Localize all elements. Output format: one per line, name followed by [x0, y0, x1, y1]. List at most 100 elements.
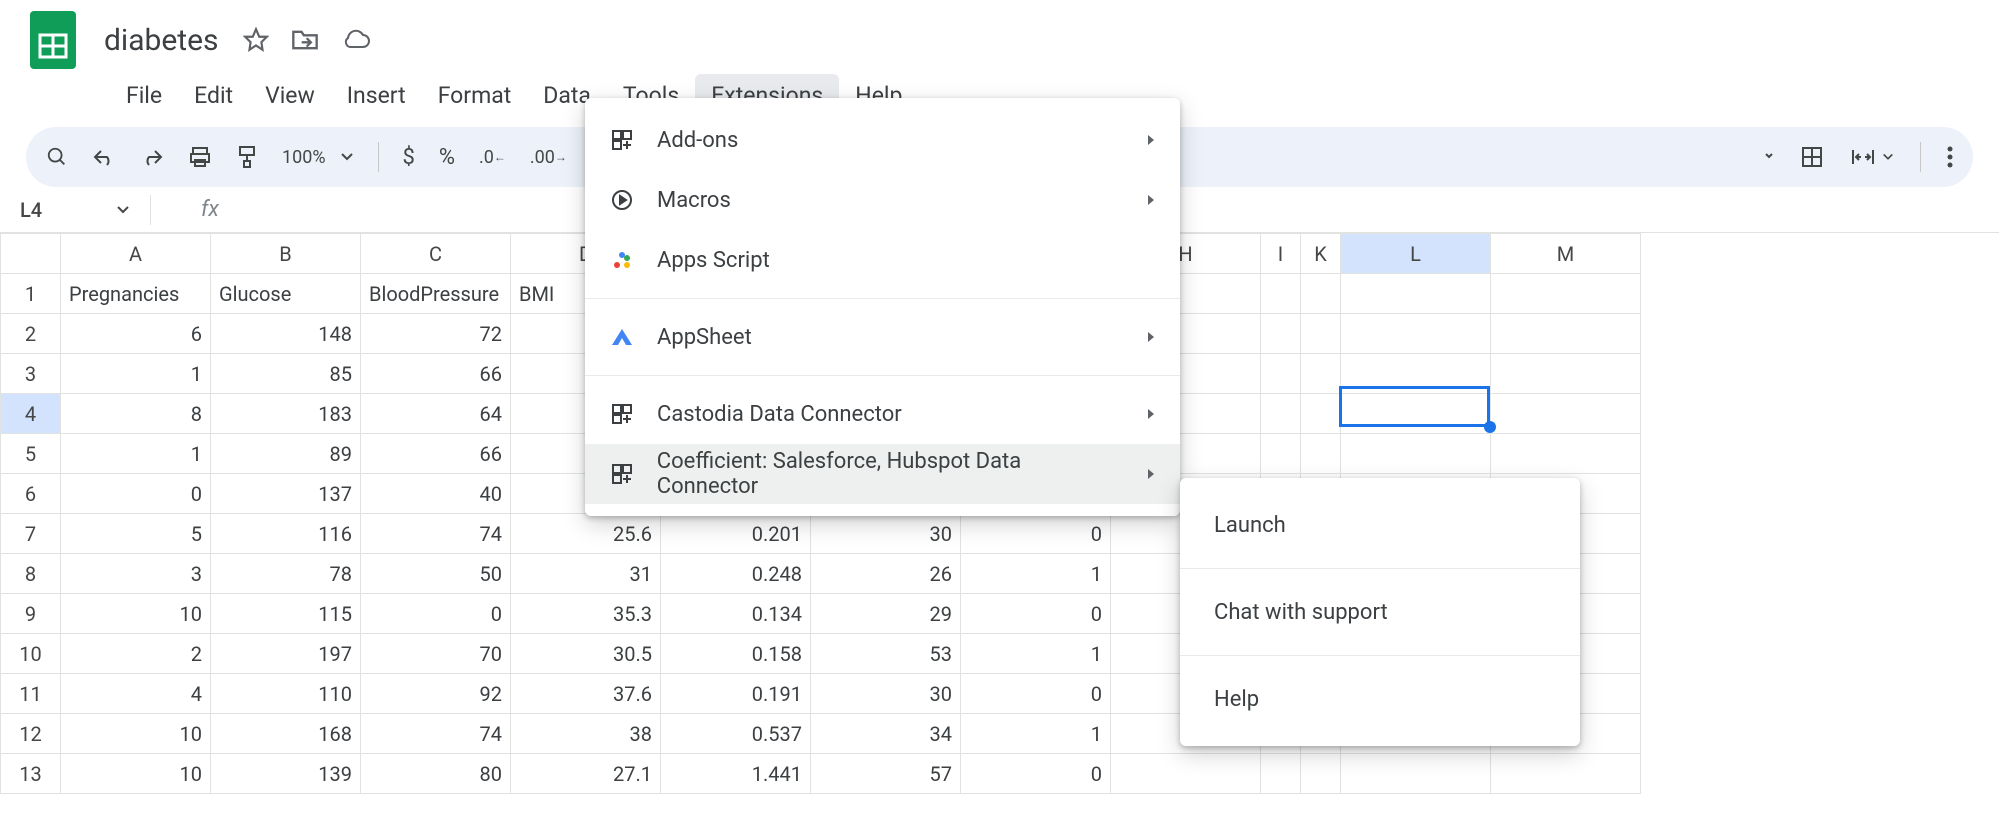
cell[interactable]: 30	[811, 674, 961, 714]
row-header[interactable]: 10	[1, 634, 61, 674]
row-header[interactable]: 6	[1, 474, 61, 514]
row-header[interactable]: 11	[1, 674, 61, 714]
borders-icon[interactable]	[1800, 145, 1824, 169]
menu-insert[interactable]: Insert	[331, 74, 422, 117]
menu-coefficient[interactable]: Coefficient: Salesforce, Hubspot Data Co…	[585, 444, 1180, 504]
cell[interactable]: 30.5	[511, 634, 661, 674]
column-header[interactable]: C	[361, 234, 511, 274]
cell[interactable]: 137	[211, 474, 361, 514]
cell[interactable]: 168	[211, 714, 361, 754]
cell[interactable]: 110	[211, 674, 361, 714]
submenu-help[interactable]: Help	[1180, 664, 1580, 734]
document-title[interactable]: diabetes	[94, 17, 229, 64]
row-header[interactable]: 3	[1, 354, 61, 394]
cell[interactable]	[1301, 394, 1341, 434]
cell[interactable]: 4	[61, 674, 211, 714]
cell[interactable]: 35.3	[511, 594, 661, 634]
row-header[interactable]: 5	[1, 434, 61, 474]
cell[interactable]: 0	[961, 674, 1111, 714]
cell[interactable]	[1261, 394, 1301, 434]
cell[interactable]: 89	[211, 434, 361, 474]
cell[interactable]: 10	[61, 754, 211, 794]
cell[interactable]: 72	[361, 314, 511, 354]
submenu-chat[interactable]: Chat with support	[1180, 577, 1580, 647]
cell[interactable]: 139	[211, 754, 361, 794]
menu-appsheet[interactable]: AppSheet	[585, 307, 1180, 367]
cell[interactable]: 1	[961, 714, 1111, 754]
menu-castodia[interactable]: Castodia Data Connector	[585, 384, 1180, 444]
cell[interactable]: 3	[61, 554, 211, 594]
cell[interactable]: 26	[811, 554, 961, 594]
cell[interactable]	[1261, 354, 1301, 394]
cell[interactable]: 30	[811, 514, 961, 554]
cell[interactable]: 2	[61, 634, 211, 674]
cell[interactable]: 10	[61, 594, 211, 634]
cell[interactable]	[1111, 754, 1261, 794]
submenu-launch[interactable]: Launch	[1180, 490, 1580, 560]
cell[interactable]: 8	[61, 394, 211, 434]
paint-format-icon[interactable]	[236, 145, 258, 169]
print-icon[interactable]	[188, 146, 212, 168]
cell[interactable]: Pregnancies	[61, 274, 211, 314]
cell[interactable]: 74	[361, 514, 511, 554]
cell[interactable]: 31	[511, 554, 661, 594]
cell[interactable]	[1341, 394, 1491, 434]
zoom-select[interactable]: 100%	[282, 147, 354, 168]
cell[interactable]	[1341, 434, 1491, 474]
cell[interactable]: 5	[61, 514, 211, 554]
format-currency[interactable]: $	[403, 145, 415, 170]
cell[interactable]: 34	[811, 714, 961, 754]
cell[interactable]: 0.134	[661, 594, 811, 634]
menu-view[interactable]: View	[249, 74, 331, 117]
column-header[interactable]: M	[1491, 234, 1641, 274]
cell[interactable]	[1261, 754, 1301, 794]
cell[interactable]: 0	[61, 474, 211, 514]
cell[interactable]	[1301, 354, 1341, 394]
cell[interactable]	[1341, 754, 1491, 794]
cell[interactable]: 53	[811, 634, 961, 674]
menu-format[interactable]: Format	[422, 74, 528, 117]
format-percent[interactable]: %	[439, 145, 455, 170]
decrease-decimal[interactable]: .0←	[479, 147, 506, 168]
cell[interactable]: 0.201	[661, 514, 811, 554]
cell[interactable]: 0	[961, 514, 1111, 554]
cell[interactable]: 85	[211, 354, 361, 394]
cell[interactable]: 1	[61, 354, 211, 394]
cell[interactable]: 66	[361, 354, 511, 394]
merge-cells-icon[interactable]	[1850, 147, 1894, 167]
cell[interactable]	[1491, 274, 1641, 314]
insert-chart-icon[interactable]	[1764, 152, 1774, 162]
row-header[interactable]: 13	[1, 754, 61, 794]
cell[interactable]: 27.1	[511, 754, 661, 794]
cloud-status-icon[interactable]	[341, 29, 371, 51]
cell[interactable]: Glucose	[211, 274, 361, 314]
cell[interactable]: 0	[961, 754, 1111, 794]
cell[interactable]: 148	[211, 314, 361, 354]
column-header[interactable]: B	[211, 234, 361, 274]
cell[interactable]: 197	[211, 634, 361, 674]
cell[interactable]: 1.441	[661, 754, 811, 794]
cell[interactable]: 1	[961, 634, 1111, 674]
column-header[interactable]: A	[61, 234, 211, 274]
cell[interactable]: 40	[361, 474, 511, 514]
cell[interactable]: 38	[511, 714, 661, 754]
cell[interactable]: 78	[211, 554, 361, 594]
cell[interactable]: BloodPressure	[361, 274, 511, 314]
menu-file[interactable]: File	[110, 74, 178, 117]
row-header[interactable]: 4	[1, 394, 61, 434]
cell[interactable]: 0.248	[661, 554, 811, 594]
row-header[interactable]: 9	[1, 594, 61, 634]
cell[interactable]	[1341, 314, 1491, 354]
cell[interactable]: 74	[361, 714, 511, 754]
more-icon[interactable]	[1947, 146, 1953, 168]
row-header[interactable]: 1	[1, 274, 61, 314]
cell[interactable]: 0.537	[661, 714, 811, 754]
cell[interactable]	[1301, 434, 1341, 474]
column-header[interactable]: L	[1341, 234, 1491, 274]
cell[interactable]: 29	[811, 594, 961, 634]
search-icon[interactable]	[46, 146, 68, 168]
cell[interactable]: 1	[61, 434, 211, 474]
cell[interactable]: 6	[61, 314, 211, 354]
cell[interactable]: 1	[961, 554, 1111, 594]
cell[interactable]: 116	[211, 514, 361, 554]
